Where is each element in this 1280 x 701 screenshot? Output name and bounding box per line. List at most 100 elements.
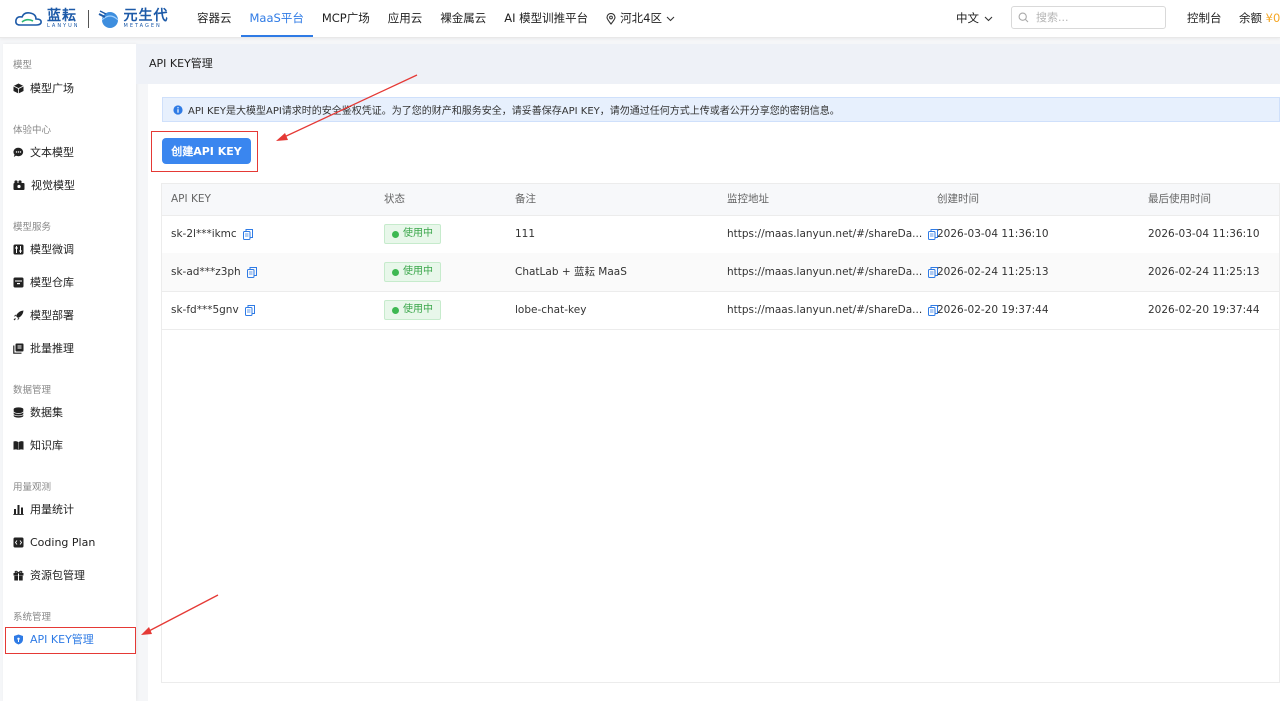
sidebar-item-vision-model[interactable]: 视觉模型 — [13, 174, 131, 196]
status-dot — [392, 268, 399, 276]
sidebar-section-data: 数据管理 — [13, 385, 52, 396]
search-input[interactable] — [1034, 10, 1158, 25]
info-icon — [173, 104, 183, 115]
status-dot — [392, 230, 399, 238]
table-header: API KEY 状态 备注 监控地址 创建时间 最后使用时间 — [162, 184, 1279, 216]
sidebar-item-knowledge-base[interactable]: 知识库 — [13, 434, 131, 456]
cube-icon — [13, 83, 24, 93]
sidebar-item-usage-stats[interactable]: 用量统计 — [13, 498, 131, 520]
monitor-url: https://maas.lanyun.net/#/shareDa... — [727, 228, 923, 240]
nav-item-container-cloud[interactable]: 容器云 — [188, 0, 241, 37]
lanyun-logo: 蓝耘 LANYUN — [14, 7, 80, 29]
status-label: 使用中 — [403, 304, 433, 315]
logo2-text: 元生代 — [123, 7, 169, 24]
created-cell: 2026-03-04 11:36:10 — [937, 228, 1049, 240]
sidebar-item-label: 文本模型 — [30, 146, 74, 159]
sidebar-section-usage: 用量观测 — [13, 482, 52, 493]
table-row: sk-fd***5gnv 使用中 lobe-chat-key https://m… — [162, 291, 1279, 330]
status-label: 使用中 — [403, 266, 433, 277]
api-key-value: sk-2l***ikmc — [171, 228, 237, 240]
nav-item-app-cloud[interactable]: 应用云 — [379, 0, 432, 37]
metagen-logo: 元生代 METAGEN — [97, 8, 169, 30]
book-icon — [13, 440, 24, 450]
region-selector[interactable]: 河北4区 — [597, 0, 684, 37]
last-used-cell: 2026-02-20 19:37:44 — [1148, 304, 1260, 316]
sidebar-item-label: 数据集 — [30, 406, 63, 419]
sidebar-item-dataset[interactable]: 数据集 — [13, 401, 131, 423]
logo1-subtext: LANYUN — [47, 22, 80, 29]
nav-item-ai-training[interactable]: AI 模型训推平台 — [495, 0, 597, 37]
sidebar-item-batch-inference[interactable]: 批量推理 — [13, 337, 131, 359]
sidebar-item-label: 资源包管理 — [30, 569, 85, 582]
table-row: sk-2l***ikmc 使用中 111 https://maas.lanyun… — [162, 215, 1279, 254]
sidebar-item-model-square[interactable]: 模型广场 — [13, 77, 131, 99]
note-cell: ChatLab + 蓝耘 MaaS — [515, 266, 627, 278]
rocket-icon — [13, 310, 24, 320]
bar-chart-icon — [13, 504, 24, 515]
sidebar-item-label: 模型广场 — [30, 82, 74, 95]
column-header-created: 创建时间 — [937, 193, 979, 205]
batch-icon — [13, 343, 24, 354]
created-cell: 2026-02-24 11:25:13 — [937, 266, 1049, 278]
sidebar-section-model-service: 模型服务 — [13, 222, 52, 233]
page-title: API KEY管理 — [149, 57, 213, 70]
cloud-logo-icon — [15, 12, 42, 26]
main-nav: 容器云 MaaS平台 MCP广场 应用云 裸金属云 AI 模型训推平台 河北4区 — [188, 0, 684, 37]
last-used-cell: 2026-02-24 11:25:13 — [1148, 266, 1260, 278]
sidebar-item-coding-plan[interactable]: Coding Plan — [13, 531, 131, 553]
sidebar-item-label: 知识库 — [30, 439, 63, 452]
status-badge: 使用中 — [384, 262, 441, 282]
code-icon — [13, 537, 24, 547]
vision-icon — [13, 179, 25, 190]
archive-icon — [13, 277, 24, 287]
copy-icon[interactable] — [246, 266, 257, 278]
chevron-down-icon — [666, 16, 675, 21]
gift-icon — [13, 570, 24, 580]
copy-icon[interactable] — [242, 228, 253, 240]
monitor-url: https://maas.lanyun.net/#/shareDa... — [727, 266, 923, 278]
api-key-table: API KEY 状态 备注 监控地址 创建时间 最后使用时间 sk-2l***i… — [161, 183, 1280, 683]
logo1-text: 蓝耘 — [47, 7, 77, 24]
column-header-api-key: API KEY — [171, 193, 211, 205]
tune-icon — [13, 244, 24, 254]
region-label: 河北4区 — [620, 11, 662, 25]
column-header-status: 状态 — [384, 193, 405, 205]
sidebar-item-label: 模型微调 — [30, 243, 74, 256]
console-link[interactable]: 控制台 — [1187, 0, 1222, 37]
column-header-last-used: 最后使用时间 — [1148, 193, 1211, 205]
status-badge: 使用中 — [384, 224, 441, 244]
page-header-bar — [136, 44, 1280, 84]
sidebar-item-label: Coding Plan — [30, 535, 96, 549]
sidebar-item-resource-pack[interactable]: 资源包管理 — [13, 564, 131, 586]
top-navbar: 蓝耘 LANYUN 元生代 METAGEN 容器云 MaaS平台 MCP广场 应… — [0, 0, 1280, 38]
sidebar-item-deploy[interactable]: 模型部署 — [13, 304, 131, 326]
sidebar-section-model: 模型 — [13, 60, 33, 71]
api-key-value: sk-fd***5gnv — [171, 304, 239, 316]
sidebar-item-model-repo[interactable]: 模型仓库 — [13, 271, 131, 293]
location-pin-icon — [606, 12, 616, 25]
language-selector[interactable]: 中文 — [956, 0, 993, 37]
balance-label: 余额 — [1239, 11, 1262, 25]
balance-display[interactable]: 余额 ¥0 — [1239, 0, 1280, 37]
nav-item-maas[interactable]: MaaS平台 — [240, 0, 314, 37]
sidebar-item-text-model[interactable]: 文本模型 — [13, 141, 131, 163]
nav-item-bare-metal[interactable]: 裸金属云 — [431, 0, 495, 37]
balance-value: ¥0 — [1265, 11, 1280, 25]
nav-item-mcp[interactable]: MCP广场 — [313, 0, 379, 37]
table-row: sk-ad***z3ph 使用中 ChatLab + 蓝耘 MaaS https… — [162, 253, 1279, 292]
status-dot — [392, 306, 399, 314]
logo-group[interactable]: 蓝耘 LANYUN 元生代 METAGEN — [14, 6, 169, 32]
sidebar-item-fine-tune[interactable]: 模型微调 — [13, 238, 131, 260]
search-icon — [1018, 12, 1029, 23]
search-box[interactable] — [1011, 6, 1166, 29]
sidebar: 模型 模型广场 体验中心 文本模型 视觉模型 模型服务 模型微调 模型仓库 模型… — [3, 44, 136, 701]
last-used-cell: 2026-03-04 11:36:10 — [1148, 228, 1260, 240]
sidebar-item-label: 视觉模型 — [31, 179, 75, 192]
sidebar-item-label: 模型部署 — [30, 309, 74, 322]
created-cell: 2026-02-20 19:37:44 — [937, 304, 1049, 316]
logo-divider — [87, 10, 89, 28]
info-text: API KEY是大模型API请求时的安全鉴权凭证。为了您的财产和服务安全，请妥善… — [188, 106, 840, 117]
note-cell: lobe-chat-key — [515, 304, 587, 316]
annotation-highlight-sidebar — [5, 627, 136, 654]
copy-icon[interactable] — [244, 304, 255, 316]
